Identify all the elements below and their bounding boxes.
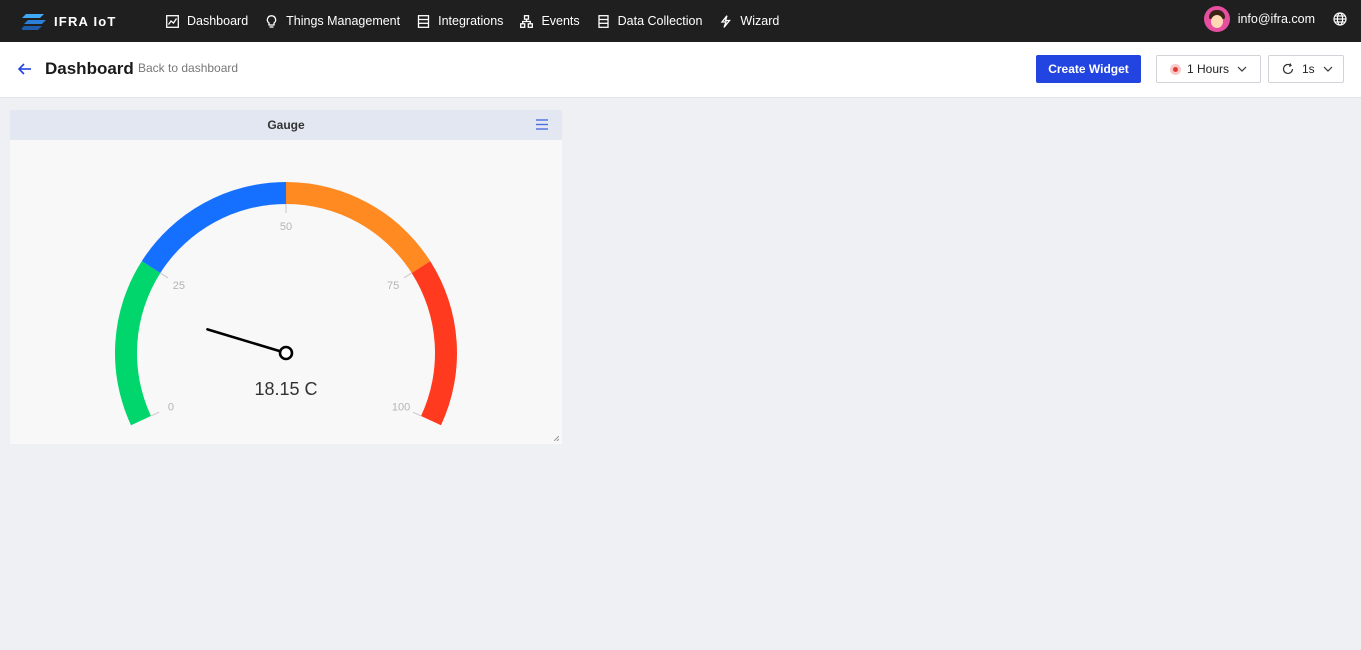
- back-to-dashboard-link[interactable]: Back to dashboard: [138, 61, 238, 75]
- chevron-down-icon: [1323, 66, 1333, 72]
- ifra-logo-icon: [22, 14, 46, 30]
- widget-header[interactable]: Gauge: [10, 110, 562, 140]
- create-widget-button[interactable]: Create Widget: [1036, 55, 1141, 83]
- refresh-interval-select[interactable]: 1s: [1268, 55, 1344, 83]
- nav-item-things-management[interactable]: Things Management: [265, 14, 400, 28]
- chart-line-icon: [166, 14, 179, 28]
- avatar: [1203, 6, 1230, 32]
- user-menu[interactable]: info@ifra.com: [1203, 6, 1315, 32]
- gauge-chart: 0 25 50 75 100 18.15 C: [114, 182, 457, 426]
- gauge-tick-label: 50: [280, 221, 292, 233]
- gauge-band-2: [286, 182, 431, 273]
- gauge-band-0: [114, 261, 161, 426]
- back-arrow-icon[interactable]: [17, 61, 33, 77]
- sitemap-icon: [520, 14, 534, 28]
- nav-label: Data Collection: [617, 14, 703, 28]
- nav-item-dashboard[interactable]: Dashboard: [166, 14, 248, 28]
- gauge-tick-mark: [150, 411, 160, 417]
- gauge-tick-label: 25: [173, 280, 185, 292]
- time-range-select[interactable]: 1 Hours: [1156, 55, 1261, 83]
- gauge-tick-mark: [412, 411, 422, 417]
- refresh-interval-value: 1s: [1302, 62, 1315, 76]
- gauge-band-3: [411, 261, 457, 426]
- top-navbar: IFRA IoT Dashboard Things Management Int…: [0, 0, 1361, 42]
- nav-item-events[interactable]: Events: [520, 14, 580, 28]
- gauge-tick-mark: [160, 272, 169, 279]
- brand-logo[interactable]: IFRA IoT: [22, 10, 117, 32]
- nav-label: Events: [541, 14, 580, 28]
- bolt-icon: [721, 14, 732, 28]
- resize-handle-icon[interactable]: [554, 436, 559, 441]
- gauge-tick-mark: [403, 272, 412, 279]
- nav-item-data-collection[interactable]: Data Collection: [597, 14, 703, 28]
- gauge-tick-label: 100: [392, 402, 410, 414]
- gauge-widget: Gauge 0 25 50 75 100 18.15 C: [10, 110, 562, 444]
- time-range-value: 1 Hours: [1187, 62, 1230, 76]
- chevron-down-icon: [1237, 66, 1247, 72]
- nav-item-integrations[interactable]: Integrations: [417, 14, 503, 28]
- refresh-icon: [1282, 63, 1294, 75]
- nav-label: Integrations: [438, 14, 504, 28]
- nav-label: Wizard: [740, 14, 780, 28]
- brand-name: IFRA IoT: [54, 13, 117, 29]
- gauge-needle: [206, 328, 294, 361]
- hamburger-menu-icon[interactable]: [536, 119, 548, 130]
- nav-label: Dashboard: [187, 14, 249, 28]
- page-title: Dashboard: [45, 59, 134, 78]
- globe-icon[interactable]: [1333, 12, 1347, 26]
- gauge-tick-label: 0: [168, 402, 174, 414]
- live-record-icon: [1170, 63, 1181, 75]
- widget-title: Gauge: [267, 118, 305, 132]
- server-icon: [417, 14, 430, 28]
- gauge-needle-line: [206, 328, 288, 355]
- main-nav: Dashboard Things Management Integrations…: [166, 0, 796, 42]
- page-header: Dashboard Back to dashboard Create Widge…: [0, 42, 1361, 98]
- gauge-tick-label: 75: [387, 280, 399, 292]
- gauge-needle-hub: [278, 345, 294, 361]
- gauge-value-label: 18.15 C: [254, 379, 317, 399]
- database-icon: [598, 14, 609, 28]
- nav-label: Things Management: [286, 14, 401, 28]
- gauge-band-1: [141, 182, 286, 273]
- lightbulb-icon: [266, 14, 277, 28]
- user-email: info@ifra.com: [1237, 12, 1315, 26]
- nav-item-wizard[interactable]: Wizard: [719, 14, 779, 28]
